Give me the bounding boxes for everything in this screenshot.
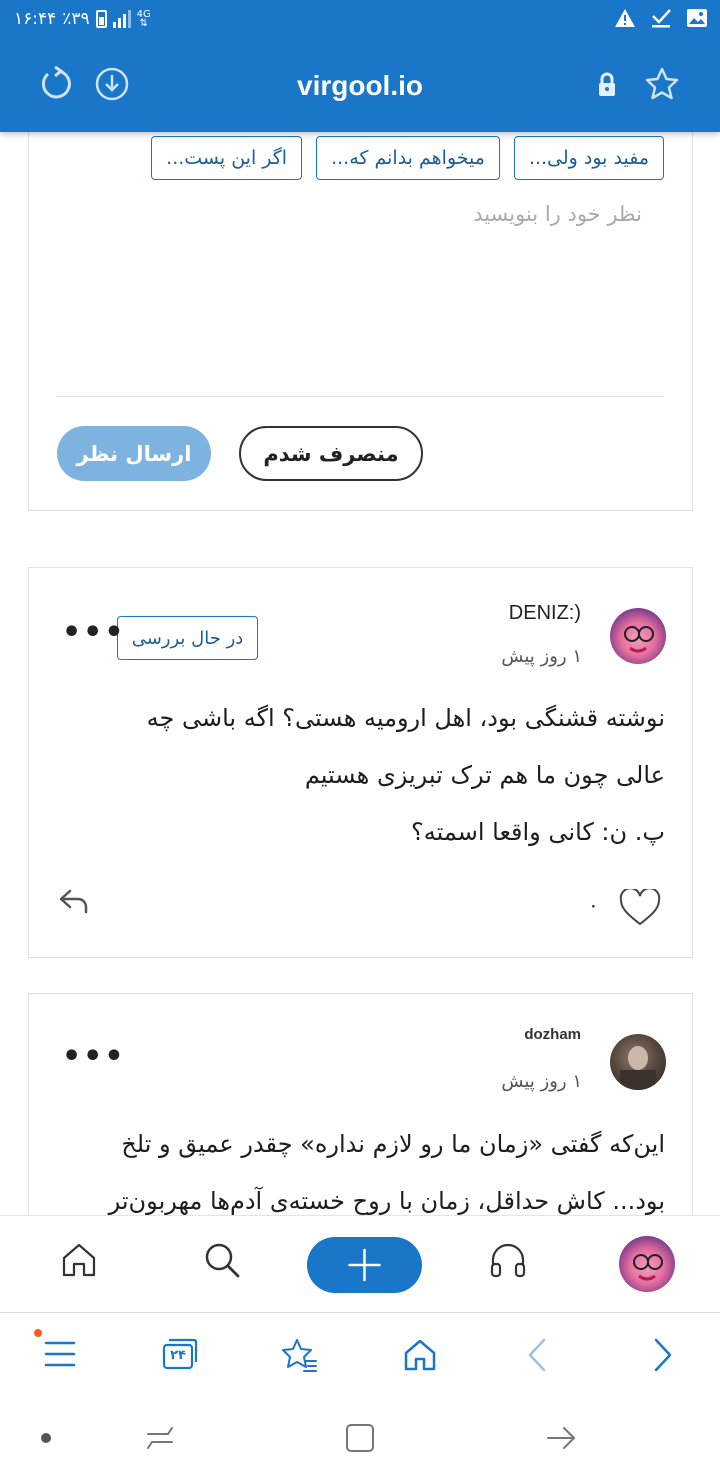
- headphones-icon[interactable]: [488, 1240, 528, 1280]
- comment-body: این‌که گفتی «زمان ما رو لازم نداره» چقدر…: [55, 1116, 665, 1230]
- review-status-badge: در حال بررسی: [117, 616, 258, 660]
- avatar[interactable]: [610, 608, 666, 664]
- battery-percent: ٪۳۹: [62, 9, 90, 29]
- menu-icon[interactable]: [44, 1339, 76, 1369]
- system-home-icon[interactable]: [344, 1422, 376, 1454]
- lock-icon: [599, 72, 615, 96]
- comment-line: پ. ن: کانی واقعا اسمته؟: [411, 818, 665, 846]
- status-bar: ۱۶:۴۴ ٪۳۹ 4G ⇅: [0, 0, 720, 42]
- system-back-icon[interactable]: [546, 1422, 578, 1454]
- cancel-button[interactable]: منصرف شدم: [239, 426, 423, 481]
- network-type: 4G ⇅: [136, 9, 151, 29]
- chip-if-this-post[interactable]: اگر این پست...: [151, 136, 303, 180]
- more-options-icon[interactable]: •••: [62, 618, 126, 648]
- status-left: ۱۶:۴۴ ٪۳۹ 4G ⇅: [14, 9, 151, 29]
- checkmark-download-icon: [652, 9, 671, 28]
- add-post-button[interactable]: [307, 1237, 422, 1293]
- tabs-count: ۲۴: [170, 1348, 186, 1363]
- warning-icon: [615, 9, 635, 27]
- comment-time: ۱ روز پیش: [501, 1071, 582, 1092]
- avatar-art: [624, 626, 654, 653]
- profile-avatar[interactable]: [619, 1236, 675, 1292]
- suggestion-chips: مفید بود ولی... میخواهم بدانم که... اگر …: [151, 136, 664, 180]
- tabs-button[interactable]: ۲۴: [161, 1337, 199, 1371]
- browser-header: ۱۶:۴۴ ٪۳۹ 4G ⇅ virgool.io: [0, 0, 720, 132]
- bookmarks-icon[interactable]: [282, 1337, 318, 1373]
- app-bottom-nav: [0, 1215, 720, 1312]
- chip-useful-but[interactable]: مفید بود ولی...: [513, 136, 664, 180]
- search-icon[interactable]: [202, 1240, 242, 1280]
- comment-line: نوشته قشنگی بود، اهل ارومیه هستی؟ اگه با…: [146, 704, 665, 732]
- heart-icon[interactable]: [619, 889, 661, 927]
- battery-icon: [95, 10, 107, 28]
- comment-line: عالی چون ما هم ترک تبریزی هستیم: [304, 761, 665, 789]
- like-count: ۰: [588, 893, 599, 917]
- recents-icon[interactable]: [144, 1422, 176, 1454]
- chip-want-to-know[interactable]: میخواهم بدانم که...: [316, 136, 500, 180]
- browser-toolbar: ۲۴: [0, 1312, 720, 1400]
- forward-icon[interactable]: [650, 1337, 674, 1373]
- form-divider: [56, 396, 664, 397]
- back-icon[interactable]: [526, 1337, 550, 1373]
- comment-line: این‌که گفتی «زمان ما رو لازم نداره» چقدر…: [121, 1130, 665, 1158]
- more-options-icon[interactable]: •••: [62, 1042, 126, 1072]
- comment-author[interactable]: dozham: [524, 1026, 581, 1043]
- system-nav-bar: [0, 1400, 720, 1480]
- avatar-art: [620, 1046, 656, 1090]
- comment-time: ۱ روز پیش: [501, 646, 582, 667]
- reply-icon[interactable]: [58, 887, 90, 915]
- home-icon[interactable]: [59, 1240, 99, 1280]
- image-icon: [687, 9, 707, 27]
- signal-icon: [112, 10, 131, 28]
- dot-icon: [41, 1433, 51, 1443]
- comment-body: نوشته قشنگی بود، اهل ارومیه هستی؟ اگه با…: [55, 690, 665, 861]
- add-icon: [348, 1248, 381, 1282]
- notification-dot: [34, 1329, 42, 1337]
- comment-author[interactable]: DENIZ:): [509, 602, 581, 625]
- status-right: [614, 8, 708, 28]
- address-bar: virgool.io: [0, 48, 720, 124]
- avatar[interactable]: [610, 1034, 666, 1090]
- submit-comment-button[interactable]: ارسال نظر: [57, 426, 211, 481]
- avatar-art: [633, 1254, 663, 1281]
- clock: ۱۶:۴۴: [14, 9, 57, 29]
- comment-input[interactable]: نظر خود را بنویسید: [473, 202, 642, 226]
- browser-home-icon[interactable]: [402, 1337, 438, 1373]
- star-icon[interactable]: [644, 66, 680, 102]
